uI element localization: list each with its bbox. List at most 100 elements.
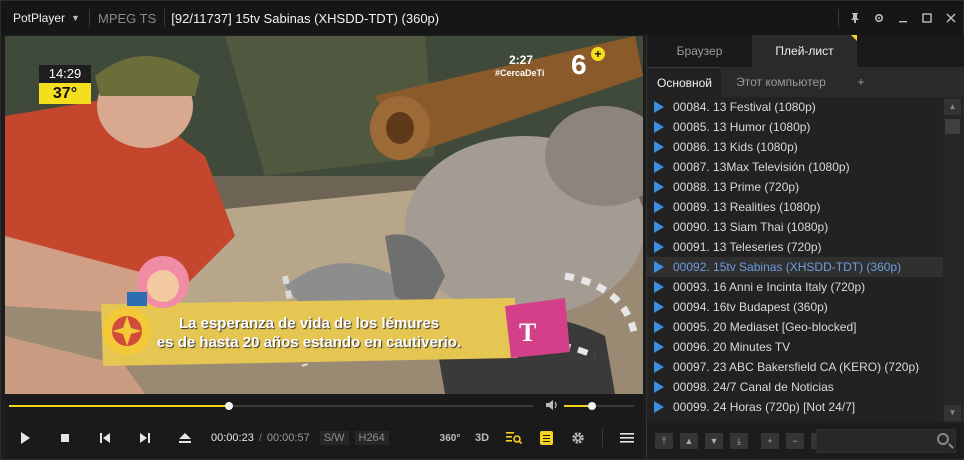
minimize-icon[interactable] (891, 6, 915, 30)
playlist-item[interactable]: 00096. 20 Minutes TV (647, 337, 943, 357)
subtab-main[interactable]: Основной (647, 67, 721, 97)
tab-playlist[interactable]: Плей-лист (752, 35, 857, 67)
scroll-down-icon[interactable]: ▼ (944, 405, 961, 421)
playlist-item-label: 00094. 16tv Budapest (360p) (673, 300, 828, 314)
3d-button[interactable]: 3D (466, 418, 498, 458)
playlist-item-label: 00099. 24 Horas (720p) [Not 24/7] (673, 400, 856, 414)
close-icon[interactable] (939, 6, 963, 30)
playlist-item[interactable]: 00091. 13 Teleseries (720p) (647, 237, 943, 257)
play-triangle-icon (654, 341, 664, 353)
chevron-down-icon: ▼ (71, 13, 80, 23)
play-triangle-icon (654, 261, 664, 273)
add-item-icon[interactable]: + (761, 433, 779, 449)
volume-slider[interactable] (564, 402, 634, 410)
play-triangle-icon (654, 221, 664, 233)
next-button[interactable] (125, 418, 165, 458)
play-triangle-icon (654, 301, 664, 313)
play-triangle-icon (654, 101, 664, 113)
playlist-search-icon[interactable] (498, 418, 530, 458)
video-frame[interactable]: 14:29 37° 2:27 #CercaDeTi 6 + La esperan… (5, 36, 643, 394)
move-to-top-icon[interactable]: ⤒ (655, 433, 673, 449)
caption-line-1: La esperanza de vida de los lémures (178, 315, 440, 332)
playlist-item-label: 00096. 20 Minutes TV (673, 340, 791, 354)
playlist-item[interactable]: 00097. 23 ABC Bakersfield CA (KERO) (720… (647, 357, 943, 377)
playlist-search-input[interactable] (816, 429, 956, 453)
app-name: PotPlayer (13, 11, 66, 25)
decoder-toggle[interactable]: S/W (319, 431, 349, 445)
volume-icon[interactable] (545, 399, 559, 414)
preferences-gear-icon[interactable] (562, 418, 594, 458)
previous-button[interactable] (85, 418, 125, 458)
playlist-item-label: 00088. 13 Prime (720p) (673, 180, 800, 194)
divider (602, 429, 603, 447)
seek-slider[interactable] (9, 402, 533, 410)
playlist-scrollbar[interactable]: ▲ ▼ (943, 97, 962, 423)
playlist-item-label: 00093. 16 Anni e Incinta Italy (720p) (673, 280, 866, 294)
app-menu-button[interactable]: PotPlayer ▼ (1, 1, 89, 35)
move-down-icon[interactable]: ▼ (705, 433, 723, 449)
notes-glyph (539, 431, 553, 445)
subtitle-notes-icon[interactable] (530, 418, 562, 458)
playback-controls: 00:00:23 / 00:00:57 S/W H264 360° 3D (5, 418, 643, 458)
playlist-item[interactable]: 00087. 13Max Televisión (1080p) (647, 157, 943, 177)
scroll-thumb[interactable] (945, 119, 960, 134)
playlist-item[interactable]: 00088. 13 Prime (720p) (647, 177, 943, 197)
playlist-item-label: 00095. 20 Mediaset [Geo-blocked] (673, 320, 857, 334)
playlist-item-label: 00085. 13 Humor (1080p) (673, 120, 811, 134)
stop-button[interactable] (45, 418, 85, 458)
playlist-item[interactable]: 00085. 13 Humor (1080p) (647, 117, 943, 137)
move-to-bottom-icon[interactable]: ⤓ (730, 433, 748, 449)
scroll-up-icon[interactable]: ▲ (944, 99, 961, 115)
play-triangle-icon (654, 361, 664, 373)
seek-bar-area (5, 394, 643, 418)
playlist-item[interactable]: 00090. 13 Siam Thai (1080p) (647, 217, 943, 237)
playlist-subtabs: Основной Этот компьютер + (647, 67, 964, 97)
play-triangle-icon (654, 241, 664, 253)
playlist-toolbar: ⤒ ▲ ▼ ⤓ + − ⇅ (647, 423, 964, 459)
channel-logo: 2:27 #CercaDeTi 6 + (495, 47, 609, 84)
play-button[interactable] (5, 418, 45, 458)
time-display[interactable]: 00:00:23 / 00:00:57 (211, 432, 310, 444)
playlist-item[interactable]: 00086. 13 Kids (1080p) (647, 137, 943, 157)
seek-progress (9, 405, 230, 407)
playlist-items: 00084. 13 Festival (1080p) 00085. 13 Humo… (647, 97, 943, 423)
divider (838, 9, 839, 27)
vr-360-button[interactable]: 360° (434, 418, 466, 458)
add-tab-button[interactable]: + (841, 67, 881, 97)
logo-hashtag: #CercaDeTi (495, 68, 545, 78)
pin-icon[interactable] (843, 6, 867, 30)
settings-icon[interactable] (867, 6, 891, 30)
maximize-icon[interactable] (915, 6, 939, 30)
playlist-item[interactable]: 00094. 16tv Budapest (360p) (647, 297, 943, 317)
volume-handle[interactable] (588, 402, 596, 410)
play-triangle-icon (654, 201, 664, 213)
logo-plus: + (591, 47, 605, 61)
playlist-item-label: 00097. 23 ABC Bakersfield CA (KERO) (720… (673, 360, 920, 374)
logo-time: 2:27 (509, 53, 534, 67)
codec-label[interactable]: H264 (354, 431, 389, 445)
main-menu-icon[interactable] (611, 418, 643, 458)
playlist-item-current[interactable]: 00092. 15tv Sabinas (XHSDD-TDT) (360p) (647, 257, 943, 277)
playlist-item-label: 00087. 13Max Televisión (1080p) (673, 160, 850, 174)
logo-channel-number: 6 (571, 49, 587, 80)
eject-button[interactable] (165, 418, 205, 458)
tab-browser[interactable]: Браузер (647, 35, 752, 67)
title-bar: PotPlayer ▼ MPEG TS [92/11737] 15tv Sabi… (1, 1, 963, 35)
search-icon[interactable] (937, 433, 949, 445)
caption-badge: T (519, 318, 537, 347)
current-time: 00:00:23 (211, 432, 254, 444)
playlist-item[interactable]: 00099. 24 Horas (720p) [Not 24/7] (647, 397, 943, 417)
right-toolbar: 360° 3D (434, 418, 643, 458)
move-up-icon[interactable]: ▲ (680, 433, 698, 449)
subtab-this-computer[interactable]: Этот компьютер (721, 67, 841, 97)
remove-item-icon[interactable]: − (786, 433, 804, 449)
playlist-item[interactable]: 00089. 13 Realities (1080p) (647, 197, 943, 217)
playlist-item-label: 00098. 24/7 Canal de Noticias (673, 380, 834, 394)
playlist-item[interactable]: 00084. 13 Festival (1080p) (647, 97, 943, 117)
playlist-item-label: 00092. 15tv Sabinas (XHSDD-TDT) (360p) (673, 260, 902, 274)
playlist-item[interactable]: 00095. 20 Mediaset [Geo-blocked] (647, 317, 943, 337)
seek-handle[interactable] (225, 402, 234, 410)
playlist-item[interactable]: 00093. 16 Anni e Incinta Italy (720p) (647, 277, 943, 297)
playlist-item-label: 00084. 13 Festival (1080p) (673, 100, 816, 114)
playlist-item[interactable]: 00098. 24/7 Canal de Noticias (647, 377, 943, 397)
